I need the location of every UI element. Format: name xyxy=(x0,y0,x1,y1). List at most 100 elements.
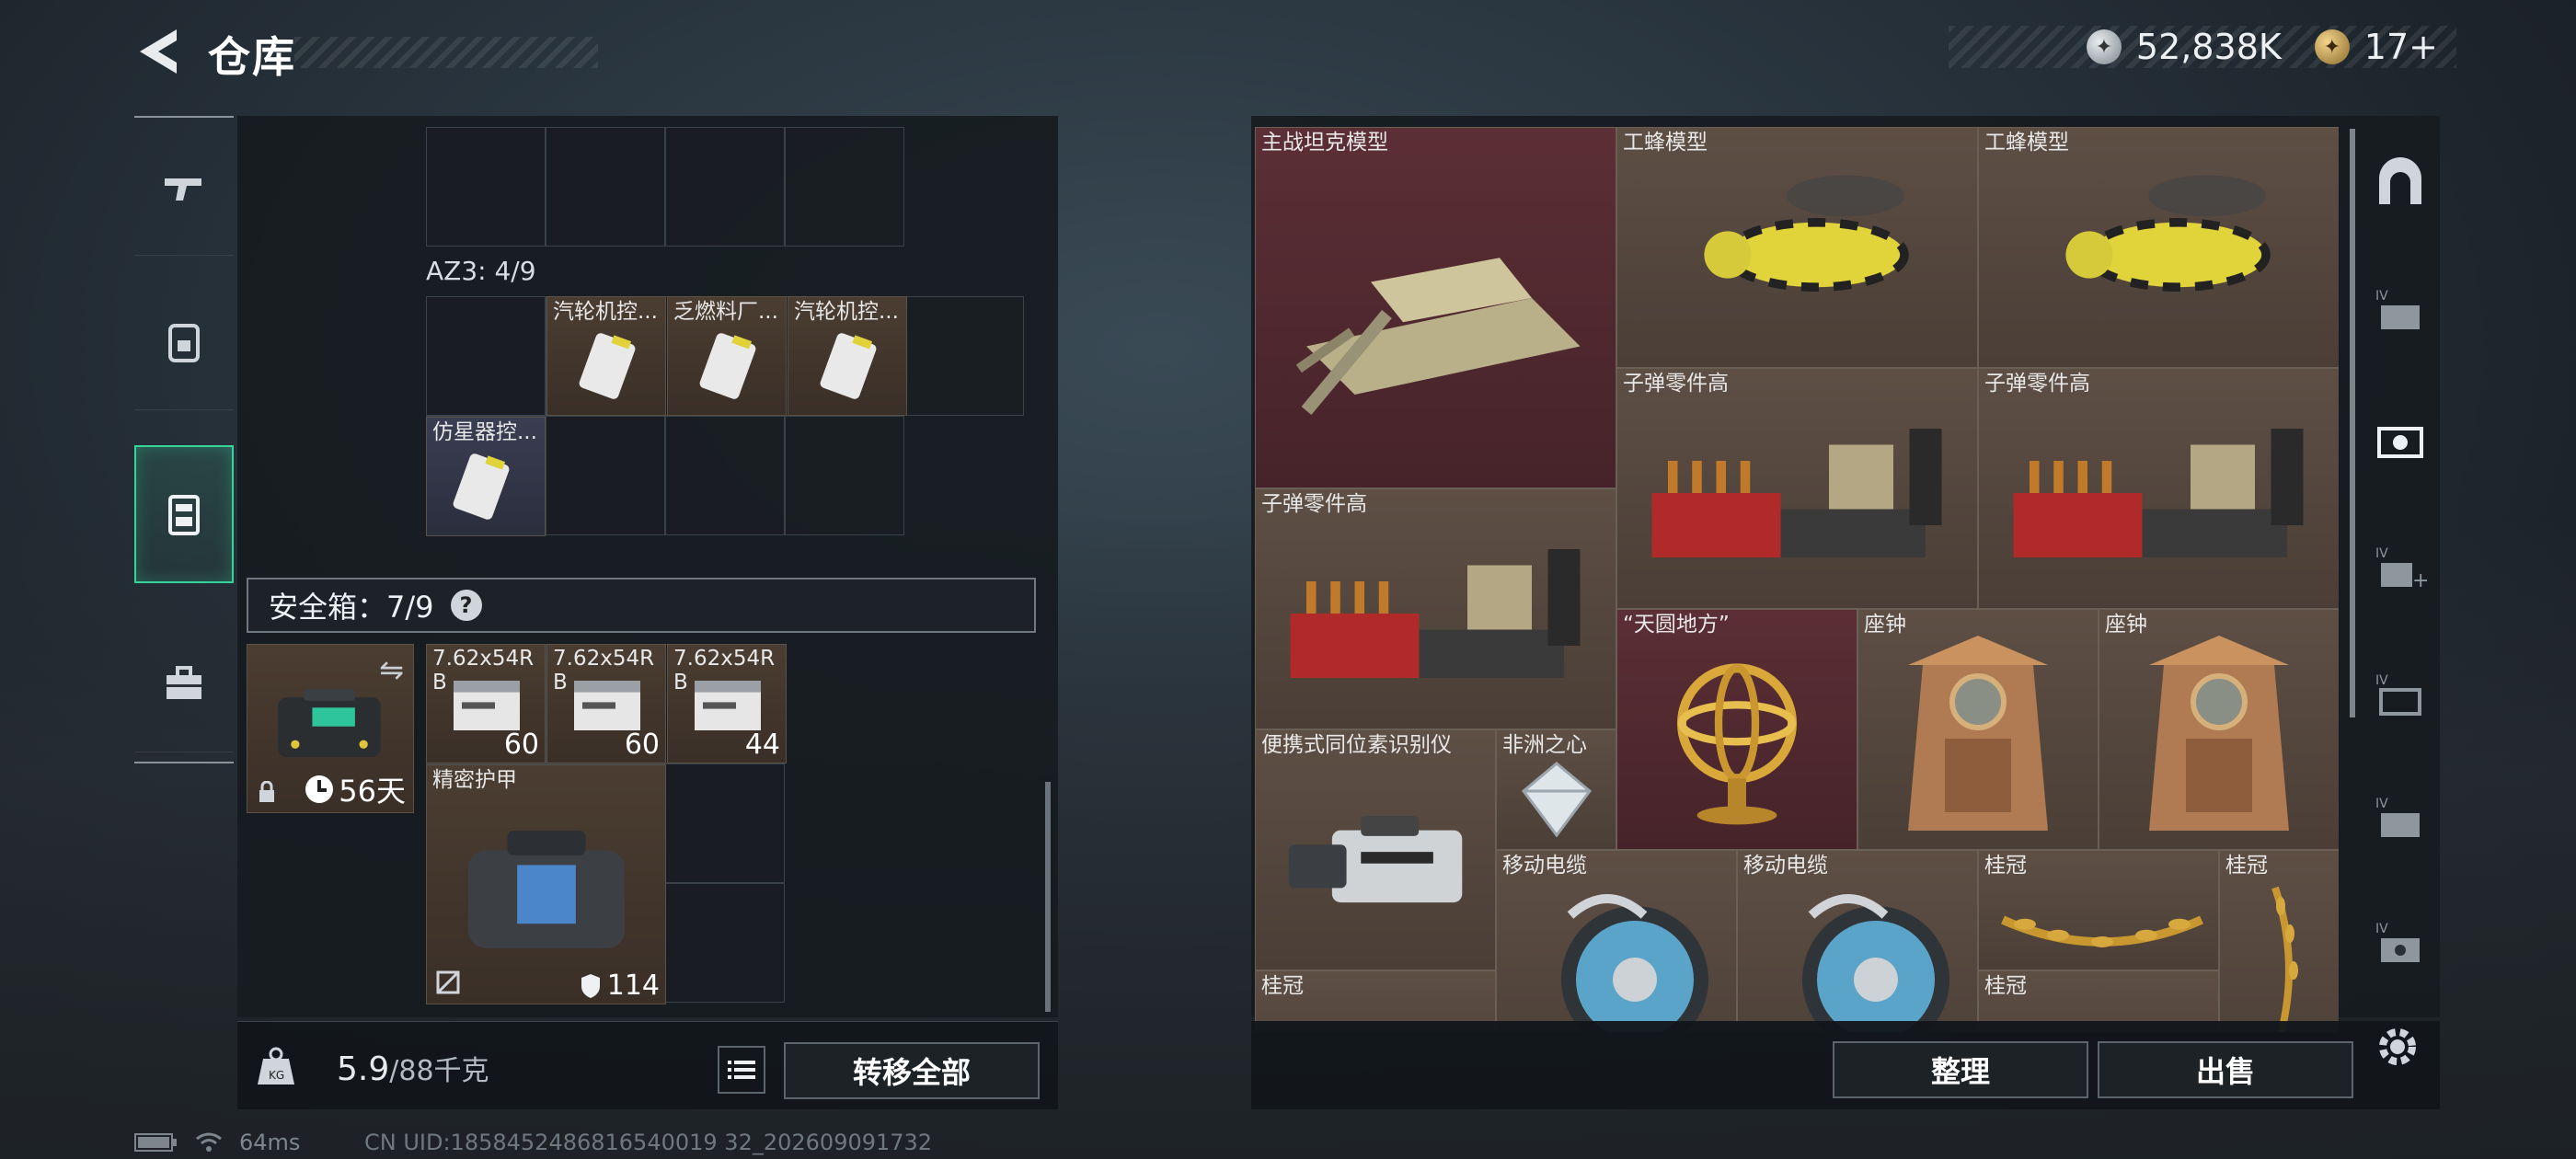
keycard-item[interactable]: 汽轮机控... xyxy=(546,296,666,416)
filter-stash-4[interactable]: IV xyxy=(2361,637,2440,756)
storage-scrollbar[interactable] xyxy=(1045,782,1051,1012)
weight-value: 5.9 xyxy=(337,1050,390,1088)
rail-tab-weapons[interactable] xyxy=(134,118,234,256)
filter-stash-3[interactable]: IV + xyxy=(2361,510,2440,629)
grid-cell[interactable] xyxy=(665,883,785,1003)
arch-icon xyxy=(2379,157,2421,204)
filter-all[interactable] xyxy=(2361,123,2440,243)
storage-footer: KG 5.9/88千克 转移全部 xyxy=(237,1021,1058,1109)
right-filter-rail: IV IV + IV IV IV xyxy=(2361,116,2440,1017)
sell-button[interactable]: 出售 xyxy=(2098,1041,2353,1098)
stash-level-icon: IV xyxy=(2375,289,2420,329)
armor-item[interactable]: 精密护甲 114 xyxy=(426,764,666,1004)
keycard-item[interactable]: 乏燃料厂... xyxy=(667,296,787,416)
grid-cell[interactable] xyxy=(785,127,904,247)
stash-item-tank[interactable]: 主战坦克模型 xyxy=(1255,127,1616,488)
rail-tab-safe-box[interactable] xyxy=(134,445,234,583)
svg-text:IV: IV xyxy=(2375,289,2388,304)
stash-item-bullet-parts[interactable]: 子弹零件高 xyxy=(1255,488,1616,729)
stash-level-icon: IV + xyxy=(2375,546,2429,592)
safe-box-header: 安全箱：7/9 ? xyxy=(247,578,1036,633)
stash-item-bullet-parts[interactable]: 子弹零件高 xyxy=(1616,368,1978,609)
stash-item-clock[interactable]: 座钟 xyxy=(2099,609,2339,850)
bullet-parts-icon xyxy=(1651,429,1942,557)
filter-stash-6[interactable]: IV xyxy=(2361,885,2440,1004)
grid-cell[interactable] xyxy=(665,416,785,535)
grid-cell[interactable] xyxy=(665,763,785,883)
stash-level-icon: IV xyxy=(2375,797,2420,837)
list-view-button[interactable] xyxy=(718,1046,765,1094)
grid-cell[interactable] xyxy=(426,296,546,416)
durability-value: 114 xyxy=(606,970,660,1002)
stash-item-cable-reel[interactable]: 移动电缆 xyxy=(1737,850,1978,1032)
svg-text:IV: IV xyxy=(2375,797,2388,811)
bullet-parts-icon xyxy=(2013,429,2304,557)
az3-label: AZ3: 4/9 xyxy=(426,256,536,286)
item-name: 仿星器控... xyxy=(432,420,537,444)
stash-item-laurel[interactable]: 桂冠 xyxy=(1978,850,2219,970)
grid-cell[interactable] xyxy=(546,127,665,247)
item-name: 桂冠 xyxy=(2225,854,2268,878)
filter-stash-5[interactable]: IV xyxy=(2361,760,2440,879)
left-category-rail xyxy=(134,116,234,763)
grid-cell[interactable] xyxy=(546,416,665,535)
stash-item-clock[interactable]: 座钟 xyxy=(1857,609,2099,850)
keycard-item[interactable]: 仿星器控... xyxy=(426,417,546,536)
clock-icon xyxy=(305,775,334,803)
keycard-icon xyxy=(699,333,756,399)
svg-text:IV: IV xyxy=(2375,546,2388,561)
filter-stash-1[interactable]: IV xyxy=(2361,252,2440,372)
secure-case-icon xyxy=(278,688,381,758)
grid-cell[interactable] xyxy=(665,127,785,247)
stash-item-armillary[interactable]: “天圆地方” xyxy=(1616,609,1857,850)
grid-cell[interactable] xyxy=(904,296,1024,416)
item-name: 移动电缆 xyxy=(1502,854,1587,878)
keycard-icon xyxy=(453,453,510,520)
rail-tab-backpack[interactable] xyxy=(134,272,234,410)
ammo-item[interactable]: 7.62x54R B 44 xyxy=(667,644,787,763)
stash-level-icon: IV xyxy=(2375,922,2420,962)
safe-box-icon xyxy=(168,495,200,535)
item-name: 主战坦克模型 xyxy=(1261,131,1388,155)
silver-coin-icon: ✦ xyxy=(2086,29,2122,64)
stash-item-cable-reel[interactable]: 移动电缆 xyxy=(1496,850,1737,1032)
user-uid: CN UID:1858452486816540019 32_2026090917… xyxy=(364,1130,933,1155)
case-duration: 56天 xyxy=(305,768,406,810)
help-icon[interactable]: ? xyxy=(450,590,482,621)
item-name: 汽轮机控... xyxy=(553,300,658,324)
table-clock-icon xyxy=(1908,636,2048,831)
item-name: 桂冠 xyxy=(1261,974,1304,998)
rail-tab-toolbox[interactable] xyxy=(134,614,234,752)
grid-cell[interactable] xyxy=(426,127,546,247)
keycard-item[interactable]: 汽轮机控... xyxy=(788,296,907,416)
diamond-icon xyxy=(1521,762,1593,838)
stash-item-wasp[interactable]: 工蜂模型 xyxy=(1616,127,1978,368)
stash-item-diamond[interactable]: 非洲之心 xyxy=(1496,729,1616,850)
case-days-value: 56天 xyxy=(339,774,406,809)
ammo-item[interactable]: 7.62x54R B 60 xyxy=(546,644,666,763)
stash-item-bullet-parts[interactable]: 子弹零件高 xyxy=(1978,368,2339,609)
gold-value[interactable]: 17+ xyxy=(2364,27,2438,67)
transfer-all-button[interactable]: 转移全部 xyxy=(784,1042,1040,1099)
grid-cell[interactable] xyxy=(785,416,904,535)
sort-button[interactable]: 整理 xyxy=(1833,1041,2088,1098)
stash-item-wasp[interactable]: 工蜂模型 xyxy=(1978,127,2339,368)
item-name: “天圆地方” xyxy=(1623,613,1730,637)
filter-stash-2[interactable] xyxy=(2361,381,2440,500)
back-arrow-icon[interactable] xyxy=(136,26,180,77)
stash-item-isotope-detector[interactable]: 便携式同位素识别仪 xyxy=(1255,729,1496,970)
secure-case-item[interactable]: ⇋ 56天 xyxy=(247,644,414,813)
ammo-item[interactable]: 7.62x54R B 60 xyxy=(426,644,546,763)
settings-gear-icon[interactable] xyxy=(2372,1021,2423,1073)
item-name: 子弹零件高 xyxy=(1984,372,2090,396)
item-name: 桂冠 xyxy=(1984,974,2027,998)
svg-text:IV: IV xyxy=(2375,673,2388,688)
battery-icon xyxy=(134,1133,177,1152)
armillary-sphere-icon xyxy=(1677,663,1797,825)
weight-max: /88千克 xyxy=(389,1055,489,1087)
stash-grid: 主战坦克模型 工蜂模型 工蜂模型 子弹零件高 子弹零件高 子弹零件高 “天圆地方… xyxy=(1255,127,2339,1032)
stash-scrollbar[interactable] xyxy=(2350,129,2355,717)
stash-item-laurel[interactable]: 桂冠 xyxy=(2219,850,2339,1032)
backpack-icon xyxy=(168,323,200,362)
toolbox-icon xyxy=(167,665,201,699)
